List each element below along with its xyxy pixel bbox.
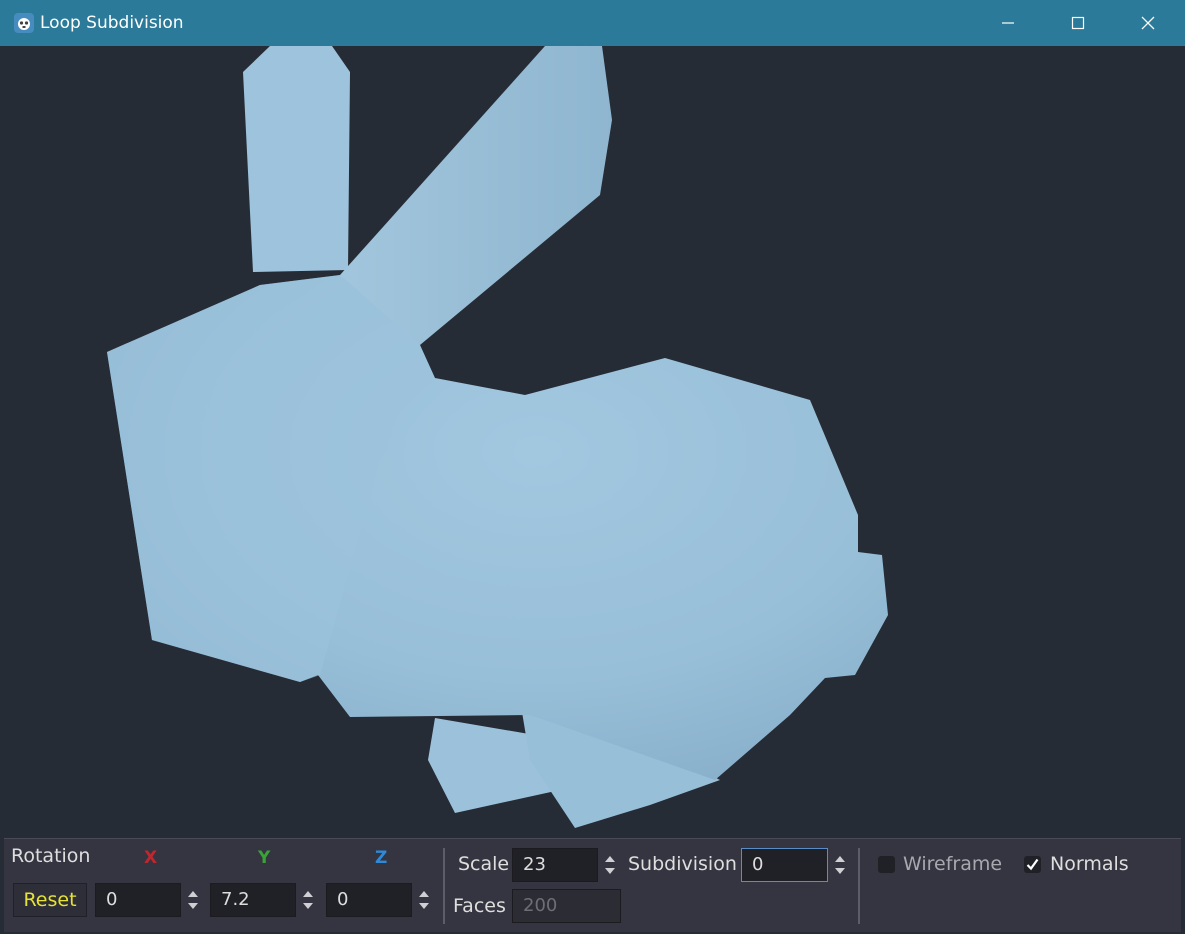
minimize-button[interactable]: [973, 0, 1043, 46]
axis-x-label: X: [144, 848, 158, 868]
maximize-button[interactable]: [1043, 0, 1113, 46]
faces-label: Faces: [453, 895, 506, 917]
axis-y-label: Y: [258, 848, 271, 868]
axis-z-label: Z: [375, 848, 388, 868]
wireframe-checkbox[interactable]: [878, 856, 895, 873]
control-panel: Rotation X Y Z Reset 0 7.2 0 Scale 23 Su…: [4, 838, 1181, 932]
godot-icon: [14, 13, 34, 33]
separator: [443, 848, 445, 924]
reset-button[interactable]: Reset: [13, 883, 87, 917]
close-button[interactable]: [1113, 0, 1183, 46]
scale-stepper-icon[interactable]: [603, 848, 617, 882]
rotation-x-input[interactable]: 0: [95, 883, 181, 917]
title-bar: Loop Subdivision: [0, 0, 1185, 46]
subdivision-input[interactable]: 0: [741, 848, 828, 882]
normals-label[interactable]: Normals: [1050, 853, 1129, 875]
subdivision-label: Subdivision: [628, 853, 737, 875]
wireframe-label[interactable]: Wireframe: [903, 853, 1002, 875]
rotation-z-input[interactable]: 0: [326, 883, 412, 917]
rotation-label: Rotation: [11, 845, 91, 867]
checkmark-icon: [1026, 858, 1039, 871]
minimize-icon: [1002, 22, 1014, 24]
scale-label: Scale: [458, 853, 510, 875]
subdivision-stepper-icon[interactable]: [833, 848, 847, 882]
bunny-mesh: [107, 46, 888, 828]
rotation-x-stepper-icon[interactable]: [186, 883, 200, 917]
rotation-y-input[interactable]: 7.2: [210, 883, 296, 917]
window-title: Loop Subdivision: [40, 13, 184, 33]
faces-readout: 200: [512, 889, 621, 923]
separator: [858, 848, 860, 924]
maximize-icon: [1071, 16, 1085, 30]
normals-checkbox[interactable]: [1024, 856, 1041, 873]
viewport-3d[interactable]: [0, 46, 1185, 837]
close-icon: [1141, 16, 1155, 30]
rotation-y-stepper-icon[interactable]: [301, 883, 315, 917]
rotation-z-stepper-icon[interactable]: [417, 883, 431, 917]
scale-input[interactable]: 23: [512, 848, 598, 882]
